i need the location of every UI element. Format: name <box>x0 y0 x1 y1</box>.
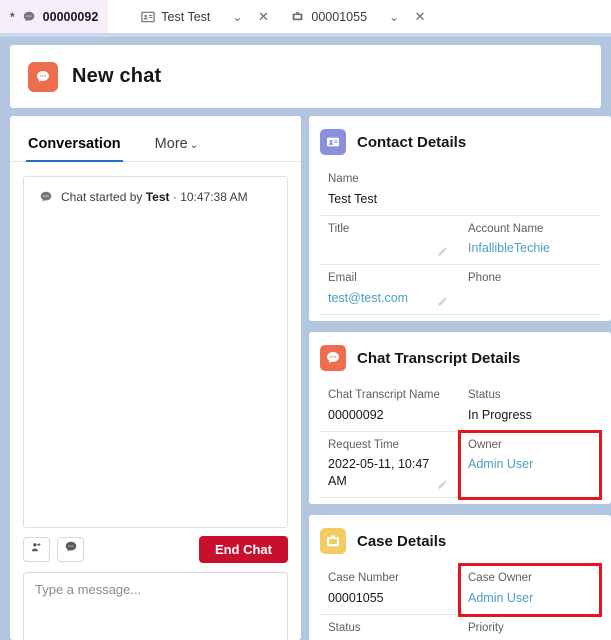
field-value[interactable]: Admin User <box>468 590 590 607</box>
composer-toolbar: End Chat <box>10 528 301 563</box>
field-label: Status <box>328 621 361 634</box>
event-prefix: Chat started by <box>61 190 146 204</box>
chat-bubble-icon <box>320 345 346 372</box>
field-label: Account Name <box>468 222 544 235</box>
contact-details-fields: Name Test Test Title Account Name Infallible… <box>309 166 611 316</box>
panel-case-details: Case Details Case Number 00001055 Case Owne… <box>309 515 611 640</box>
end-chat-button[interactable]: End Chat <box>198 536 288 563</box>
field-value <box>468 290 590 305</box>
field-case-owner[interactable]: Case Owner Admin User <box>458 563 602 617</box>
close-icon[interactable]: ✕ <box>256 10 270 23</box>
work-header: New chat <box>10 45 601 108</box>
conversation-tabs: Conversation More ⌄ <box>10 116 301 162</box>
tab-more-label: More <box>154 136 188 152</box>
tab-conversation[interactable]: Conversation <box>26 136 123 162</box>
contact-card-icon <box>140 10 155 23</box>
field-case-number: Case Number 00001055 <box>320 565 460 615</box>
field-label: Status <box>468 389 501 402</box>
event-actor: Test <box>145 190 170 204</box>
tab-conversation-label: Conversation <box>28 136 121 152</box>
tab-more[interactable]: More ⌄ <box>155 136 198 161</box>
chat-transcript-details-fields: Chat Transcript Name 00000092 Status In Pro… <box>309 382 611 501</box>
edit-pencil-icon[interactable] <box>437 244 448 256</box>
field-value: 00001055 <box>328 591 384 606</box>
field-label: Chat Transcript Name <box>328 389 440 402</box>
chevron-down-icon[interactable]: ⌄ <box>387 11 401 23</box>
tab-case-label: 00001055 <box>311 9 368 24</box>
case-details-fields: Case Number 00001055 Case Owner Admin User S… <box>309 563 611 640</box>
briefcase-icon <box>290 10 305 23</box>
chat-transcript-details-header: Chat Transcript Details <box>309 345 611 372</box>
close-icon[interactable]: ✕ <box>413 10 427 23</box>
field-status[interactable]: StatusNew <box>320 615 460 640</box>
unsaved-indicator: * <box>10 9 15 24</box>
transfer-chat-button[interactable] <box>23 537 50 562</box>
field-label: Phone <box>468 272 502 285</box>
details-column: Contact Details Name Test Test Title Account… <box>309 116 611 640</box>
tab-contact-label: Test Test <box>161 9 211 24</box>
tab-chat-label: 00000092 <box>42 9 99 24</box>
tab-spacer <box>108 0 130 33</box>
field-value[interactable]: test@test.com <box>328 290 450 307</box>
contact-details-title: Contact Details <box>357 133 467 151</box>
quick-text-button[interactable] <box>57 537 84 562</box>
field-value <box>328 240 450 255</box>
tab-contact[interactable]: Test Test ⌄ ✕ <box>130 0 280 33</box>
field-chat-transcript-name: Chat Transcript Name 00000092 <box>320 382 460 432</box>
chat-transcript-details-title: Chat Transcript Details <box>357 349 521 367</box>
edit-pencil-icon[interactable] <box>437 477 448 489</box>
field-label: Request Time <box>328 438 399 451</box>
field-label: Case Number <box>328 572 399 585</box>
case-details-header: Case Details <box>309 528 611 555</box>
message-input[interactable]: Type a message... <box>23 572 288 640</box>
chat-bubble-icon <box>22 10 37 23</box>
person-transfer-icon <box>30 541 43 559</box>
chevron-down-icon[interactable]: ⌄ <box>230 11 244 23</box>
chat-bubble-icon <box>64 540 78 559</box>
panel-chat-transcript-details: Chat Transcript Details Chat Transcript N… <box>309 332 611 505</box>
field-priority: PriorityMedium <box>460 615 600 640</box>
event-separator: · <box>169 190 181 204</box>
edit-pencil-icon[interactable] <box>437 294 448 306</box>
panel-contact-details: Contact Details Name Test Test Title Account… <box>309 116 611 322</box>
tab-strip-underline <box>0 33 611 37</box>
chat-bubble-icon <box>38 191 53 204</box>
field-email[interactable]: Email test@test.com <box>320 265 460 316</box>
field-value: 2022-05-11, 10:47 AM <box>328 457 430 489</box>
field-value: In Progress <box>468 407 532 422</box>
field-label: Owner <box>468 438 502 451</box>
chat-bubble-icon <box>28 61 58 92</box>
chevron-down-icon: ⌄ <box>189 139 199 151</box>
field-value: Test Test <box>328 191 378 206</box>
contact-details-header: Contact Details <box>309 129 611 155</box>
field-status: Status In Progress <box>460 382 600 432</box>
case-details-title: Case Details <box>357 532 447 550</box>
field-value[interactable]: InfallibleTechie <box>468 240 590 257</box>
tab-case[interactable]: 00001055 ⌄ ✕ <box>280 0 437 33</box>
browser-tab-strip: * 00000092 Test Test ⌄ ✕ 00001055 ⌄ ✕ <box>0 0 611 33</box>
field-label: Email <box>328 272 357 285</box>
message-list: Chat started by Test · 10:47:38 AM <box>23 176 288 528</box>
salesforce-service-console: * 00000092 Test Test ⌄ ✕ 00001055 ⌄ ✕ New chat … <box>0 0 611 640</box>
contact-card-icon <box>320 129 346 155</box>
tab-chat[interactable]: * 00000092 <box>0 0 109 33</box>
field-value: 00000092 <box>328 407 384 422</box>
field-label: Name <box>328 173 359 185</box>
chat-started-event: Chat started by Test · 10:47:38 AM <box>24 177 287 204</box>
field-value[interactable]: Admin User <box>468 456 590 473</box>
field-request-time[interactable]: Request Time 2022-05-11, 10:47 AM <box>320 432 460 499</box>
field-label: Title <box>328 222 350 235</box>
page-title: New chat <box>72 65 162 87</box>
field-label: Case Owner <box>468 572 532 585</box>
field-account-name[interactable]: Account Name InfallibleTechie <box>460 216 600 266</box>
field-owner[interactable]: Owner Admin User <box>458 429 602 501</box>
conversation-panel: Conversation More ⌄ Chat started by Test… <box>10 116 301 640</box>
field-name: Name Test Test <box>320 166 600 216</box>
field-phone: Phone <box>460 265 600 316</box>
field-title[interactable]: Title <box>320 216 460 266</box>
event-time: 10:47:38 AM <box>180 190 248 204</box>
briefcase-icon <box>320 528 346 555</box>
field-label: Priority <box>468 621 504 634</box>
